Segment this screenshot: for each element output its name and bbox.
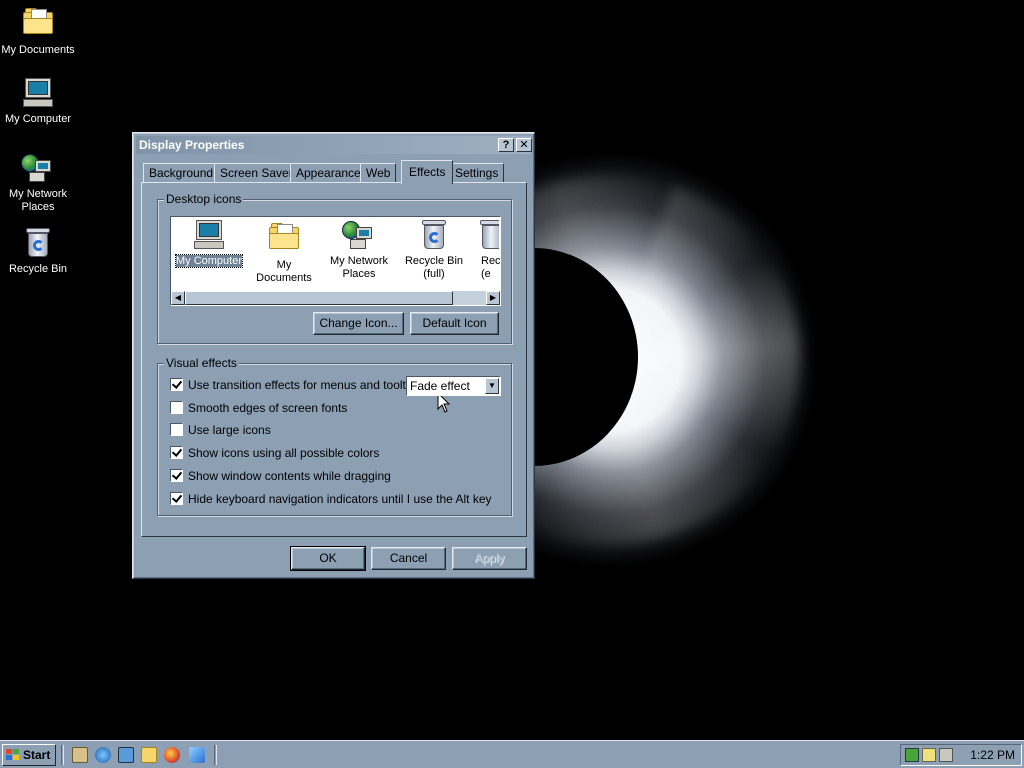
taskbar: Start 1:22 PM: [0, 740, 1024, 768]
list-item[interactable]: My Computer: [173, 219, 245, 268]
title-bar[interactable]: Display Properties ? ✕: [136, 136, 532, 154]
taskbar-separator: [214, 745, 217, 765]
connection-tray-icon[interactable]: [939, 748, 953, 762]
desktop-icons-list[interactable]: My Computer My Documents My Network Plac…: [170, 216, 501, 306]
checkbox[interactable]: [170, 378, 183, 391]
network-tray-icon[interactable]: [905, 748, 919, 762]
effects-tab-panel: Desktop icons My Computer My Documents M…: [141, 182, 527, 537]
checkbox[interactable]: [170, 446, 183, 459]
desktop-icon-my-documents[interactable]: My Documents: [0, 4, 76, 57]
help-button[interactable]: ?: [498, 138, 514, 152]
recycle-bin-empty-icon: [479, 219, 499, 251]
checkbox-label: Hide keyboard navigation indicators unti…: [188, 492, 492, 506]
group-label: Desktop icons: [164, 192, 244, 206]
start-button[interactable]: Start: [2, 744, 56, 766]
checkbox-label: Use transition effects for menus and too…: [188, 378, 422, 392]
checkbox[interactable]: [170, 492, 183, 505]
desktop-icon-recycle-bin[interactable]: Recycle Bin: [0, 227, 76, 276]
checkbox-smooth-fonts[interactable]: Smooth edges of screen fonts: [170, 401, 347, 417]
firefox-icon[interactable]: [164, 747, 180, 763]
list-item[interactable]: Recycle Bin (full): [398, 219, 470, 281]
system-tray: 1:22 PM: [900, 744, 1022, 766]
network-places-icon: [342, 219, 376, 251]
tab-appearance[interactable]: Appearance: [290, 163, 367, 183]
folder-icon: [23, 8, 53, 34]
cancel-button[interactable]: Cancel: [371, 547, 446, 570]
checkbox[interactable]: [170, 423, 183, 436]
computer-icon: [193, 219, 225, 251]
scroll-left-arrow-icon[interactable]: ◀: [171, 291, 185, 305]
desktop-icon-label: Recycle Bin: [8, 263, 68, 275]
desktop-icons-group: Desktop icons My Computer My Documents M…: [157, 192, 512, 344]
checkbox-label: Show window contents while dragging: [188, 469, 391, 483]
group-label: Visual effects: [164, 356, 239, 370]
checkbox-large-icons[interactable]: Use large icons: [170, 423, 271, 439]
computer-icon: [22, 77, 54, 109]
window-title: Display Properties: [139, 138, 245, 152]
checkbox-label: Show icons using all possible colors: [188, 446, 380, 460]
folder-icon: [269, 223, 299, 249]
scrollbar-thumb[interactable]: [185, 291, 453, 305]
select-value: Fade effect: [410, 379, 470, 393]
display-properties-dialog: Display Properties ? ✕ Background Screen…: [132, 132, 535, 579]
checkbox-window-contents-dragging[interactable]: Show window contents while dragging: [170, 469, 391, 485]
messenger-icon[interactable]: [189, 747, 205, 763]
list-item[interactable]: Rec (e: [471, 219, 501, 281]
default-icon-button[interactable]: Default Icon: [410, 312, 499, 335]
list-item[interactable]: My Documents: [248, 219, 320, 285]
change-icon-button[interactable]: Change Icon...: [313, 312, 404, 335]
checkbox-label: Smooth edges of screen fonts: [188, 401, 348, 415]
visual-effects-group: Visual effects Use transition effects fo…: [157, 356, 512, 516]
tab-screen-saver[interactable]: Screen Saver: [214, 163, 299, 183]
checkbox-transition-effects[interactable]: Use transition effects for menus and too…: [170, 378, 421, 394]
list-item[interactable]: My Network Places: [323, 219, 395, 281]
ok-button[interactable]: OK: [290, 546, 366, 571]
list-item-label: My Computer: [174, 254, 244, 268]
checkbox-all-colors[interactable]: Show icons using all possible colors: [170, 446, 379, 462]
network-places-icon: [21, 152, 55, 184]
recycle-bin-full-icon: [421, 219, 447, 251]
scroll-right-arrow-icon[interactable]: ▶: [486, 291, 500, 305]
horizontal-scrollbar[interactable]: ◀ ▶: [171, 291, 500, 305]
tab-background[interactable]: Background: [143, 163, 220, 183]
checkbox-hide-keyboard-indicators[interactable]: Hide keyboard navigation indicators unti…: [170, 492, 492, 508]
apply-button[interactable]: Apply: [452, 547, 527, 570]
volume-tray-icon[interactable]: [922, 748, 936, 762]
internet-explorer-icon[interactable]: [95, 747, 111, 763]
checkbox-label: Use large icons: [188, 423, 271, 437]
desktop-icon-label: My Computer: [4, 113, 72, 125]
checkbox[interactable]: [170, 469, 183, 482]
outlook-express-icon[interactable]: [118, 747, 134, 763]
explorer-folder-icon[interactable]: [141, 747, 157, 763]
start-label: Start: [23, 748, 51, 762]
recycle-bin-icon: [25, 227, 51, 259]
list-item-label: Rec (e: [481, 255, 501, 280]
close-button[interactable]: ✕: [516, 138, 532, 152]
tab-web[interactable]: Web: [360, 163, 397, 183]
desktop-icon-label: My Documents: [1, 44, 75, 56]
taskbar-separator: [61, 745, 64, 765]
show-desktop-icon[interactable]: [72, 747, 88, 763]
list-item-label: My Documents: [256, 259, 312, 284]
list-item-label: My Network Places: [329, 255, 389, 280]
desktop-icon-my-computer[interactable]: My Computer: [0, 77, 76, 126]
clock[interactable]: 1:22 PM: [970, 745, 1015, 765]
desktop-icon-label: My Network Places: [8, 188, 68, 213]
chevron-down-icon[interactable]: ▼: [485, 378, 499, 394]
tab-settings[interactable]: Settings: [449, 163, 505, 183]
desktop-icon-my-network-places[interactable]: My Network Places: [0, 152, 76, 214]
tab-effects[interactable]: Effects: [401, 160, 454, 184]
windows-logo-icon: [6, 749, 20, 761]
transition-effect-select[interactable]: Fade effect ▼: [406, 376, 501, 396]
checkbox[interactable]: [170, 401, 183, 414]
list-item-label: Recycle Bin (full): [404, 255, 464, 280]
